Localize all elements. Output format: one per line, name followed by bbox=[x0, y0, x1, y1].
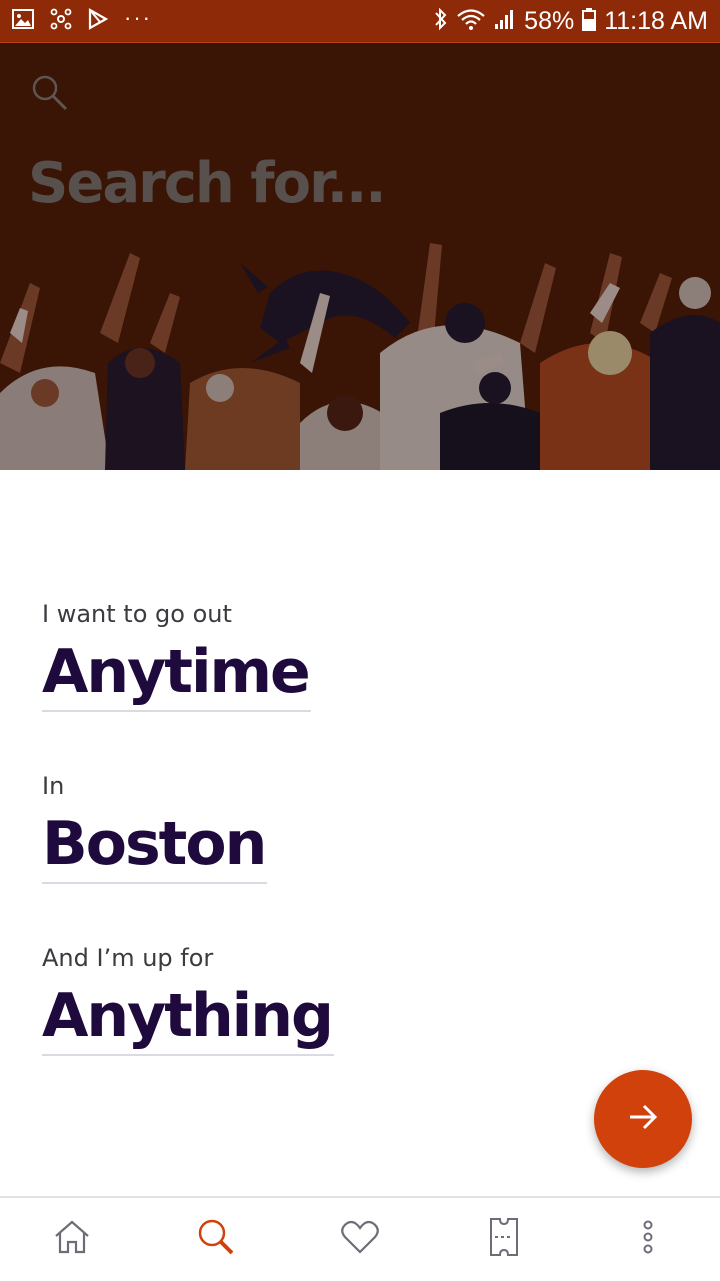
system-icons: 58% 11:18 AM bbox=[434, 7, 708, 36]
what-label: And I’m up for bbox=[42, 944, 214, 972]
when-filter: I want to go out Anytime bbox=[42, 600, 682, 712]
nav-home[interactable] bbox=[0, 1197, 144, 1281]
gallery-icon bbox=[12, 8, 34, 34]
search-submit-button[interactable] bbox=[594, 1070, 692, 1168]
signal-icon bbox=[494, 8, 516, 35]
more-notifications-icon: ··· bbox=[124, 5, 152, 30]
when-label: I want to go out bbox=[42, 600, 232, 628]
crowd-illustration bbox=[0, 243, 720, 470]
battery-icon bbox=[582, 7, 597, 36]
what-filter: And I’m up for Anything bbox=[42, 944, 682, 1056]
location-selector[interactable]: Boston bbox=[42, 806, 267, 884]
play-store-icon bbox=[88, 7, 109, 35]
home-icon bbox=[53, 1218, 91, 1261]
wifi-icon bbox=[456, 7, 486, 36]
nav-tickets[interactable] bbox=[432, 1197, 576, 1281]
notification-icons: ··· bbox=[12, 5, 152, 35]
where-filter: In Boston bbox=[42, 772, 682, 884]
ticket-icon bbox=[489, 1217, 519, 1262]
search-icon bbox=[196, 1217, 236, 1262]
network-icon bbox=[50, 8, 72, 35]
nav-search[interactable] bbox=[144, 1197, 288, 1281]
clock: 11:18 AM bbox=[604, 6, 708, 35]
heart-icon bbox=[340, 1219, 380, 1260]
more-vertical-icon bbox=[642, 1220, 654, 1259]
where-label: In bbox=[42, 772, 65, 800]
battery-percent: 58% bbox=[524, 6, 575, 35]
search-prompt[interactable]: Search for... bbox=[28, 151, 387, 216]
nav-likes[interactable] bbox=[288, 1197, 432, 1281]
category-selector[interactable]: Anything bbox=[42, 978, 334, 1056]
arrow-right-icon bbox=[627, 1101, 659, 1138]
bluetooth-icon bbox=[434, 7, 448, 36]
search-filters: I want to go out Anytime In Boston And I… bbox=[42, 600, 682, 1116]
bottom-navigation bbox=[0, 1196, 720, 1280]
search-hero[interactable]: Search for... bbox=[0, 43, 720, 470]
nav-more[interactable] bbox=[576, 1197, 720, 1281]
search-icon[interactable] bbox=[30, 73, 70, 113]
status-bar: ··· 58% 11:18 AM bbox=[0, 0, 720, 43]
when-selector[interactable]: Anytime bbox=[42, 634, 311, 712]
